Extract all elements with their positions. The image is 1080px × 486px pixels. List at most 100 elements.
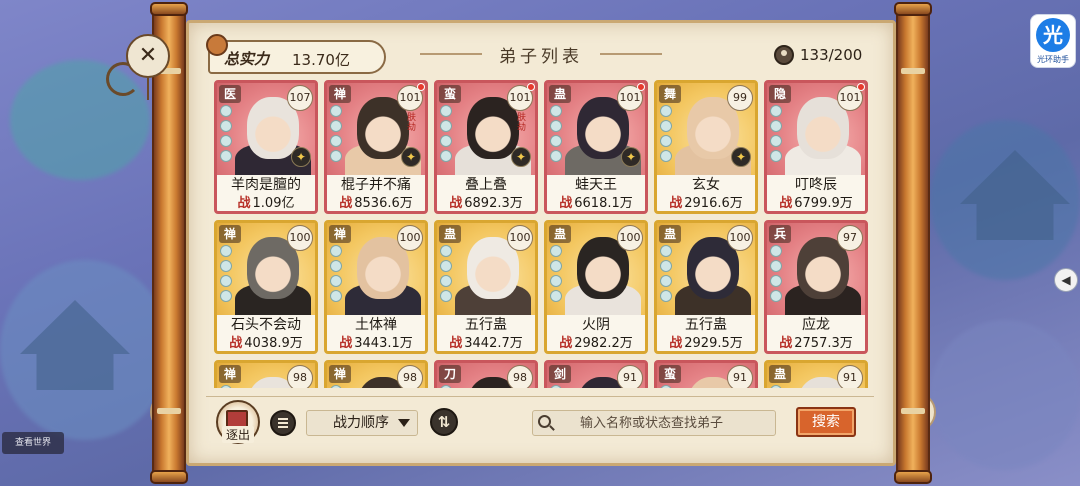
orb-icon [770, 150, 782, 162]
disciple-name: 棍子并不痛 [327, 175, 425, 195]
faction-badge: 蛊 [439, 225, 461, 243]
disciple-power: 战 6618.1万 [547, 195, 645, 211]
total-strength-value: 13.70亿 [292, 51, 350, 69]
disciple-card[interactable]: 禅 98 [214, 360, 318, 388]
skill-orbs [330, 105, 344, 165]
disciple-power: 战 2916.6万 [657, 195, 755, 211]
orb-icon [550, 135, 562, 147]
faction-badge: 蛊 [659, 225, 681, 243]
orb-icon [550, 260, 562, 272]
disciple-card[interactable]: 蛊 100 五行蛊战 3442.7万 [434, 220, 538, 354]
orb-icon [330, 275, 342, 287]
orb-icon [440, 135, 452, 147]
orb-icon [330, 290, 342, 302]
search-icon [538, 415, 551, 428]
search-input[interactable] [560, 412, 770, 434]
swap-arrows-icon[interactable]: ⇅ [430, 408, 458, 436]
disciple-card[interactable]: 蛊 100 火阴战 2982.2万 [544, 220, 648, 354]
power-value: 3443.1万 [354, 336, 413, 351]
side-toggle-button[interactable]: ◀ [1054, 268, 1078, 292]
power-prefix: 战 [237, 196, 251, 211]
orb-icon [330, 150, 342, 162]
skill-orbs [550, 245, 564, 305]
disciple-card[interactable]: 禅 100 石头不会动战 4038.9万 [214, 220, 318, 354]
disciple-power: 战 6799.9万 [767, 195, 865, 211]
list-icon[interactable] [270, 410, 296, 436]
faction-badge: 舞 [659, 85, 681, 103]
disciple-card[interactable]: 刀 98 [434, 360, 538, 388]
disciple-card[interactable]: 舞 99 玄女战2916.6万 [654, 80, 758, 214]
star-badge-icon [291, 147, 311, 167]
level-badge: 100 [287, 225, 313, 251]
disciple-count: 133/200 [800, 46, 863, 64]
skill-orbs [220, 245, 234, 305]
disciple-card[interactable]: 蛊 91 [764, 360, 868, 388]
level-badge: 100 [397, 225, 423, 251]
power-prefix: 战 [779, 196, 793, 211]
disciple-card[interactable]: 蛮101肤劫叠上叠战6892.3万 [434, 80, 538, 214]
title-divider-right [600, 53, 662, 55]
orb-icon [440, 260, 452, 272]
notification-dot [417, 83, 425, 91]
faction-badge: 蛮 [659, 365, 681, 383]
disciple-card[interactable]: 禅 100 土体禅战 3443.1万 [324, 220, 428, 354]
orb-icon [220, 260, 232, 272]
orb-icon [330, 105, 342, 117]
level-badge: 91 [837, 365, 863, 388]
disciple-card[interactable]: 隐 101 叮咚辰战 6799.9万 [764, 80, 868, 214]
notification-dot [527, 83, 535, 91]
orb-icon [770, 290, 782, 302]
power-value: 2929.5万 [684, 336, 743, 351]
star-badge-icon [511, 147, 531, 167]
level-badge: 98 [397, 365, 423, 388]
power-prefix: 战 [559, 196, 573, 211]
orb-icon [660, 135, 672, 147]
disciple-name: 五行蛊 [437, 315, 535, 335]
disciple-card[interactable]: 剑 91 [544, 360, 648, 388]
notification-dot [857, 83, 865, 91]
background-blob [930, 320, 1080, 470]
dismiss-label: 逐出 [222, 426, 254, 443]
orb-icon [220, 150, 232, 162]
orb-icon [660, 245, 672, 257]
faction-badge: 禅 [329, 365, 351, 383]
power-prefix: 战 [669, 336, 683, 351]
orb-icon [660, 385, 672, 388]
orb-icon [440, 150, 452, 162]
skill-orbs [330, 385, 344, 388]
orb-icon [660, 120, 672, 132]
disciple-card[interactable]: 蛊101蛙天王战6618.1万 [544, 80, 648, 214]
disciple-name: 叮咚辰 [767, 175, 865, 195]
orb-icon [770, 245, 782, 257]
disciple-card[interactable]: 蛮 91 [654, 360, 758, 388]
disciple-card[interactable]: 医 107 羊肉是膻的战1.09亿 [214, 80, 318, 214]
total-strength-label: 总实力 [224, 50, 270, 68]
disciple-power: 战 2757.3万 [767, 335, 865, 351]
disciple-name: 羊肉是膻的 [217, 175, 315, 195]
level-badge: 107 [287, 85, 313, 111]
disciple-card[interactable]: 禅101肤劫棍子并不痛战8536.6万 [324, 80, 428, 214]
level-badge: 91 [617, 365, 643, 388]
close-icon[interactable] [126, 34, 170, 78]
orb-icon [770, 135, 782, 147]
search-button[interactable]: 搜索 [796, 407, 856, 437]
faction-badge: 禅 [219, 225, 241, 243]
disciple-card[interactable]: 兵 97 应龙战 2757.3万 [764, 220, 868, 354]
tassel-string [147, 78, 149, 100]
skill-orbs [440, 385, 454, 388]
orb-icon [440, 245, 452, 257]
orb-icon [220, 275, 232, 287]
disciple-card[interactable]: 蛊 100 五行蛊战 2929.5万 [654, 220, 758, 354]
disciple-card[interactable]: 禅 98 [324, 360, 428, 388]
power-value: 6618.1万 [574, 196, 633, 211]
power-value: 2757.3万 [794, 336, 853, 351]
power-prefix: 战 [449, 336, 463, 351]
world-view-chip[interactable]: 查看世界 [2, 432, 64, 454]
faction-badge: 禅 [219, 365, 241, 383]
level-badge: 100 [617, 225, 643, 251]
scroll-roller-right [894, 2, 932, 484]
helper-logo: 光 [1036, 18, 1070, 52]
orb-icon [550, 290, 562, 302]
level-badge: 97 [837, 225, 863, 251]
skill-orbs [440, 105, 454, 165]
